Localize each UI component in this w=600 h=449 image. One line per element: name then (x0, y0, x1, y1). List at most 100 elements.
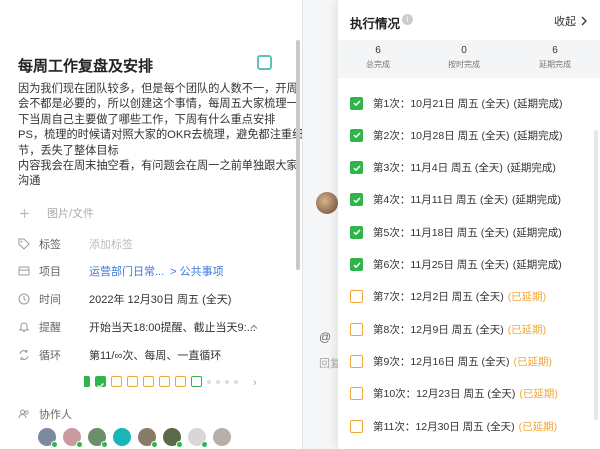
mini-occurrence-box[interactable] (111, 376, 122, 387)
occurrence-row[interactable]: 第2次：10月28日 周五 (全天) (延期完成) (350, 128, 563, 142)
repeat-value[interactable]: 第11/∞次、每周、一直循环 (89, 347, 221, 363)
execution-panel: 执行情况 i 收起 6 总完成 0 按时完成 6 延期完成 第1次：10月21日… (338, 0, 600, 449)
chevron-right-icon[interactable]: › (253, 377, 257, 389)
comment-strip: @ 回复 (302, 0, 341, 449)
task-title[interactable]: 每周工作复盘及安排 (18, 55, 153, 76)
info-icon[interactable]: i (402, 14, 413, 25)
attachment-label: 图片/文件 (47, 208, 95, 220)
occurrence-status: (延期完成) (506, 162, 556, 175)
collapse-label: 收起 (554, 16, 576, 28)
occurrence-row[interactable]: 第4次：11月11日 周五 (全天) (延期完成) (350, 193, 561, 207)
occurrence-row[interactable]: 第8次：12月9日 周五 (全天) (已延期) (350, 322, 546, 336)
description-line: 内容我会在周末抽空看，有问题会在周一之前单独跟大家 (18, 160, 298, 173)
unchecked-box-icon[interactable] (350, 419, 363, 433)
reminder-field: 提醒 开始当天18:00提醒、截止当天9:... (18, 319, 256, 335)
checked-box-icon[interactable] (350, 225, 363, 239)
unchecked-box-icon[interactable] (350, 290, 363, 304)
avatar[interactable] (213, 428, 231, 446)
reminder-value[interactable]: 开始当天18:00提醒、截止当天9:... (89, 319, 256, 335)
time-value[interactable]: 2022年 12月30日 周五 (全天) (89, 291, 231, 307)
add-tag-button[interactable]: 添加标签 (89, 236, 133, 252)
subproject-link[interactable]: > 公共事项 (170, 263, 223, 279)
tag-label: 标签 (39, 239, 61, 251)
occurrence-label: 第9次：12月16日 周五 (全天) (373, 355, 510, 368)
repeat-field: 循环 第11/∞次、每周、一直循环 (18, 347, 221, 363)
mini-occurrence-box[interactable] (95, 376, 106, 389)
checked-box-icon[interactable] (350, 193, 363, 207)
occurrence-label: 第2次：10月28日 周五 (全天) (373, 129, 510, 142)
mini-dot (207, 379, 211, 384)
unchecked-box-icon[interactable] (350, 354, 363, 368)
tag-field: 标签 添加标签 (18, 236, 133, 252)
checked-box-icon[interactable] (350, 161, 363, 175)
bell-icon (18, 321, 30, 333)
execution-title: 执行情况 (350, 17, 401, 31)
stat-value: 6 (552, 45, 558, 56)
plus-icon (18, 207, 30, 219)
execution-header: 执行情况 i 收起 (338, 0, 600, 40)
avatar[interactable] (88, 428, 108, 448)
stat-label: 延期完成 (539, 60, 571, 69)
avatar[interactable] (113, 428, 131, 446)
tag-icon (18, 238, 30, 250)
avatar[interactable] (188, 428, 208, 448)
checked-box-icon[interactable] (350, 96, 363, 110)
avatar[interactable] (163, 428, 183, 448)
project-field: 项目 运营部门日常... > 公共事项 (18, 263, 224, 279)
unchecked-box-icon[interactable] (350, 387, 363, 401)
avatar[interactable] (38, 428, 58, 448)
mention-button[interactable]: @ (319, 330, 331, 344)
project-link[interactable]: 运营部门日常... (89, 263, 164, 279)
occurrence-row[interactable]: 第10次：12月23日 周五 (全天) (已延期) (350, 387, 558, 401)
occurrence-label: 第1次：10月21日 周五 (全天) (373, 97, 510, 110)
avatar[interactable] (63, 428, 83, 448)
occurrence-row[interactable]: 第5次：11月18日 周五 (全天) (延期完成) (350, 225, 562, 239)
occurrence-row[interactable]: 第1次：10月21日 周五 (全天) (延期完成) (350, 96, 563, 110)
occurrence-status: (延期完成) (511, 194, 561, 207)
unchecked-box-icon[interactable] (350, 322, 363, 336)
task-complete-checkbox[interactable] (257, 55, 272, 70)
collaborators-label: 协作人 (39, 409, 72, 421)
task-description[interactable]: 因为我们现在团队较多，但是每个团队的人数不一，开周 会不都是必要的，所以创建这个… (18, 82, 302, 190)
occurrence-row[interactable]: 第11次：12月30日 周五 (全天) (已延期) (350, 419, 557, 433)
occurrence-row[interactable]: 第9次：12月16日 周五 (全天) (已延期) (350, 354, 552, 368)
occurrence-status: (延期完成) (512, 259, 562, 271)
occurrence-label: 第4次：11月11日 周五 (全天) (373, 194, 508, 207)
mini-occurrence-box-current[interactable] (191, 376, 202, 387)
collaborator-avatars (38, 428, 231, 448)
occurrence-status: (已延期) (518, 420, 558, 433)
description-line: 沟通 (18, 175, 41, 188)
occurrence-row[interactable]: 第7次：12月2日 周五 (全天) (已延期) (350, 290, 546, 304)
occurrence-status: (已延期) (507, 323, 547, 336)
task-scrollbar[interactable] (296, 40, 300, 270)
mini-occurrence-box[interactable] (143, 376, 154, 387)
description-line: 下当周自己主要做了哪些工作，下周有什么重点安排 (18, 113, 276, 126)
checked-box-icon[interactable] (350, 258, 363, 271)
mini-occurrence-box[interactable] (84, 376, 90, 387)
execution-scrollbar[interactable] (594, 130, 598, 420)
mini-dot (216, 379, 220, 384)
occurrence-label: 第8次：12月9日 周五 (全天) (373, 323, 504, 336)
clock-icon (18, 293, 30, 305)
occurrence-status: (已延期) (507, 291, 547, 304)
occurrence-row[interactable]: 第6次：11月25日 周五 (全天) (延期完成) (350, 258, 562, 272)
description-line: 因为我们现在团队较多，但是每个团队的人数不一，开周 (18, 83, 298, 95)
occurrence-row[interactable]: 第3次：11月4日 周五 (全天) (延期完成) (350, 161, 556, 175)
checked-box-icon[interactable] (350, 128, 363, 142)
project-icon (18, 265, 30, 277)
reminder-label: 提醒 (39, 322, 61, 334)
description-line: 节，丢失了整体目标 (18, 144, 119, 157)
stat-delayed-done: 6 延期完成 (520, 45, 590, 70)
collapse-button[interactable]: 收起 (554, 13, 588, 29)
avatar[interactable] (138, 428, 158, 448)
stat-label: 按时完成 (448, 60, 480, 69)
occurrence-label: 第10次：12月23日 周五 (全天) (373, 388, 516, 401)
mini-occurrence-box[interactable] (127, 376, 138, 387)
collaborators-field: 协作人 (18, 406, 72, 422)
mini-occurrence-box[interactable] (175, 376, 186, 387)
mini-occurrence-box[interactable] (159, 376, 170, 387)
commenter-avatar[interactable] (316, 192, 338, 214)
occurrence-status: (已延期) (519, 388, 558, 401)
chevron-up-icon[interactable] (249, 319, 259, 329)
attachment-button[interactable]: 图片/文件 (18, 205, 94, 221)
